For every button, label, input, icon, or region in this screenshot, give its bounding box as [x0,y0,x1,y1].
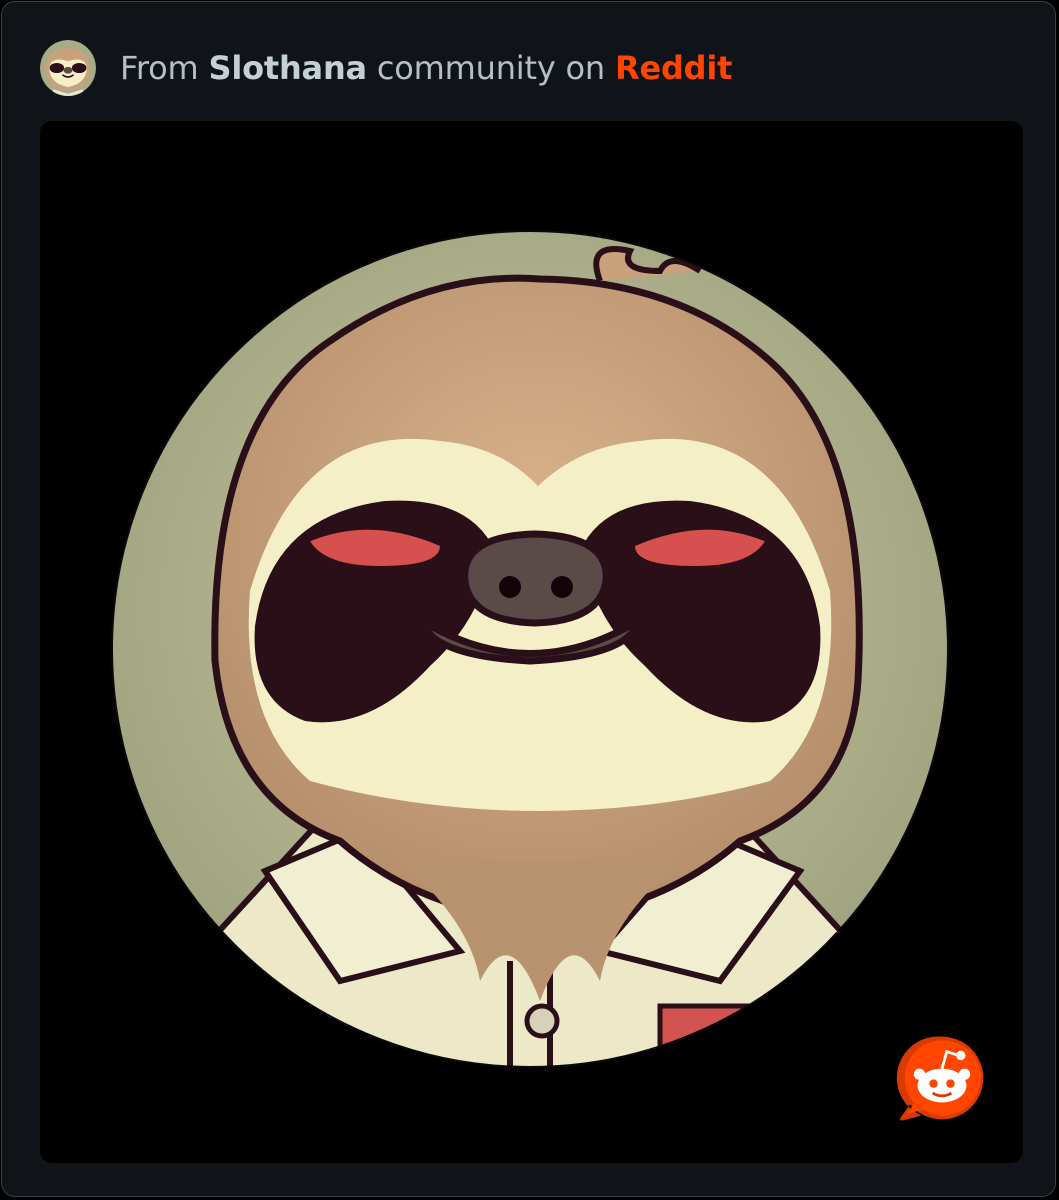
source-middle: community [376,49,556,87]
community-name[interactable]: Slothana [208,49,367,87]
reddit-logo-icon[interactable] [895,1031,989,1125]
sloth-avatar-icon[interactable] [40,40,96,96]
sloth-illustration [111,230,949,1068]
sloth-nose [461,530,610,627]
reddit-post-card[interactable]: From Slothana community on Reddit [1,1,1056,1197]
shirt-pocket [657,1003,793,1067]
source-prefix: From [120,49,199,87]
shirt-button [524,1003,560,1039]
post-header: From Slothana community on Reddit [40,40,732,96]
platform-name[interactable]: Reddit [615,49,732,87]
post-source-text: From Slothana community on Reddit [120,49,732,87]
source-on: on [565,49,606,87]
post-image[interactable] [40,121,1023,1163]
